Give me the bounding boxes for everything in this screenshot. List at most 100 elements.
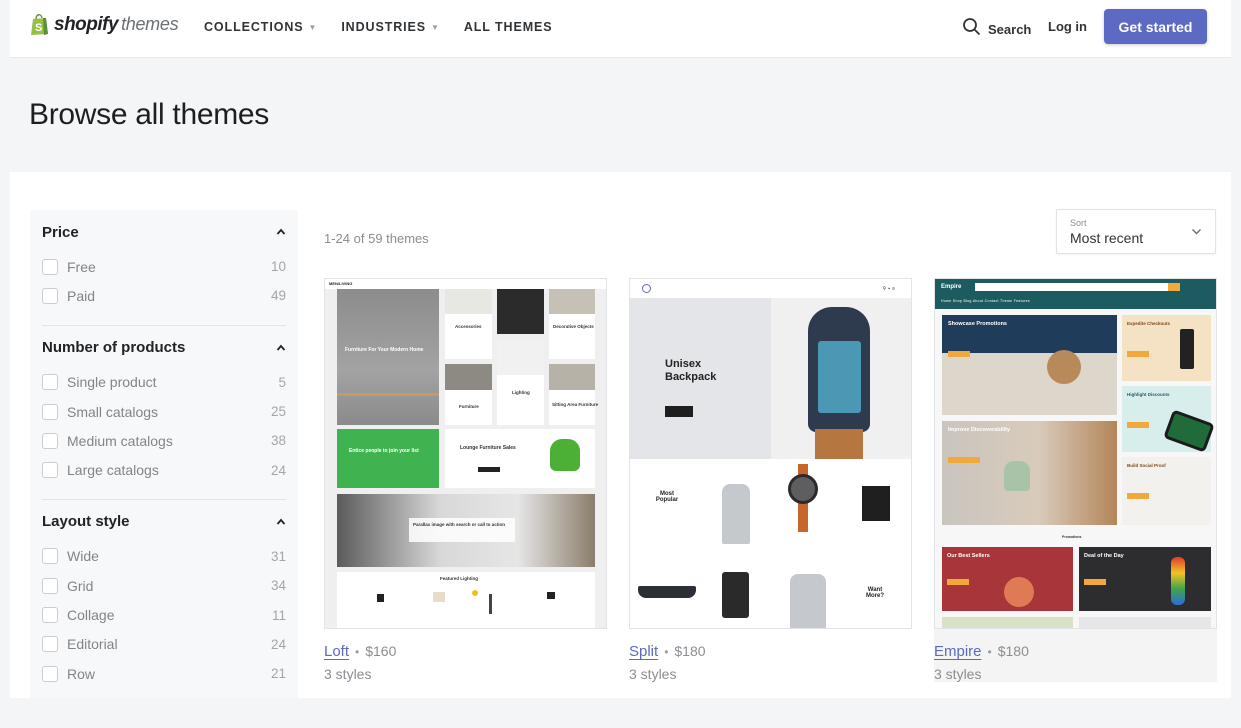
preview-hero-button: [665, 406, 693, 417]
checkbox[interactable]: [42, 636, 58, 653]
sunglasses-graphic: [638, 586, 696, 598]
filter-toggle-layout-style[interactable]: Layout style: [42, 512, 286, 532]
preview-navbar: ⚲▪≡: [630, 279, 911, 298]
filter-option-label: Row: [67, 665, 96, 682]
chair-graphic: [550, 439, 580, 471]
filter-option-row[interactable]: Row 21: [42, 659, 286, 688]
checkbox[interactable]: [42, 374, 58, 391]
checkbox[interactable]: [42, 403, 58, 420]
checkbox[interactable]: [42, 432, 58, 449]
filter-option-grid[interactable]: Grid 34: [42, 571, 286, 600]
preview-parallax-block: Parallax image with search or call to ac…: [337, 494, 595, 567]
preview-search-button: [1168, 283, 1180, 291]
nav-industries[interactable]: INDUSTRIES ▼: [341, 20, 440, 34]
filter-option-count: 38: [270, 433, 286, 449]
filter-option-label: Grid: [67, 577, 94, 594]
chevron-up-icon: [276, 344, 286, 351]
caret-down-icon: ▼: [308, 22, 318, 32]
filter-option-large-catalogs[interactable]: Large catalogs 24: [42, 455, 286, 484]
block-title: Deal of the Day: [1084, 553, 1124, 559]
separator-dot: •: [355, 645, 360, 659]
filter-option-single-product[interactable]: Single product 5: [42, 368, 286, 397]
search-icon: [962, 17, 981, 41]
checkbox[interactable]: [42, 258, 58, 275]
filter-sidebar: Price Free 10 Paid 49 Number of products: [30, 210, 298, 698]
filter-option-count: 11: [271, 607, 286, 623]
checkbox[interactable]: [42, 462, 58, 479]
theme-name-link[interactable]: Empire: [934, 643, 982, 660]
tile-label: Accessories: [455, 324, 482, 329]
legs-graphic: [815, 429, 863, 459]
nav-collections[interactable]: COLLECTIONS ▼: [204, 20, 317, 34]
filter-option-count: 25: [270, 404, 286, 420]
preview-tile: Sitting Area Furniture: [549, 364, 598, 425]
checkbox[interactable]: [42, 665, 58, 682]
filter-option-wide[interactable]: Wide 31: [42, 542, 286, 571]
filter-option-small-catalogs[interactable]: Small catalogs 25: [42, 397, 286, 426]
checkbox[interactable]: [42, 287, 58, 304]
preview-tile: Lighting: [497, 339, 544, 425]
filter-toggle-price[interactable]: Price: [42, 222, 286, 242]
filter-option-count: 31: [270, 548, 286, 564]
desk-graphic: [337, 393, 439, 396]
preview-tile: Accessories: [445, 289, 492, 359]
sale-text: Lounge Furniture Sales: [460, 445, 516, 451]
checkbox[interactable]: [42, 607, 58, 624]
filter-title: Layout style: [42, 513, 130, 531]
login-link[interactable]: Log in: [1048, 19, 1087, 34]
theme-styles-count: 3 styles: [629, 666, 677, 682]
filter-option-count: 24: [270, 636, 286, 652]
shopify-themes-logo[interactable]: S shopify themes: [30, 13, 179, 36]
separator-dot: •: [664, 645, 669, 659]
block-title: Expedite Checkouts: [1127, 321, 1171, 326]
main-nav: COLLECTIONS ▼ INDUSTRIES ▼ ALL THEMES: [204, 20, 576, 34]
separator-dot: •: [987, 645, 992, 659]
preview-block: Expedite Checkouts: [1122, 315, 1211, 381]
filter-option-free[interactable]: Free 10: [42, 252, 286, 281]
sort-select[interactable]: Sort Most recent: [1056, 209, 1216, 254]
filter-option-label: Medium catalogs: [67, 432, 173, 449]
filter-option-paid[interactable]: Paid 49: [42, 281, 286, 310]
nav-all-themes[interactable]: ALL THEMES: [464, 20, 553, 34]
preview-section-title: Promotions: [1062, 535, 1082, 539]
theme-meta: Split • $180 3 styles: [629, 643, 912, 682]
filter-option-collage[interactable]: Collage 11: [42, 600, 286, 629]
theme-styles-count: 3 styles: [324, 666, 372, 682]
backpack-graphic: [818, 341, 861, 413]
preview-section-title: Most Popular: [655, 491, 679, 503]
search-button[interactable]: Search: [962, 17, 1031, 41]
chevron-up-icon: [276, 228, 286, 235]
theme-card-loft: MEN/LIVING Furniture For Your Modern Hom…: [324, 278, 607, 682]
preview-logo: [642, 284, 651, 293]
block-title: Showcase Promotions: [948, 321, 1007, 327]
preview-navbar: Empire Home Shop Blog About Contact Them…: [935, 279, 1216, 309]
theme-meta: Empire • $180 3 styles: [934, 643, 1217, 682]
main-panel: Price Free 10 Paid 49 Number of products: [10, 172, 1231, 698]
logo-text-shopify: shopify: [54, 13, 119, 35]
preview-block: Improve Discoverability: [942, 421, 1117, 525]
filter-option-count: 49: [270, 288, 286, 304]
filter-option-medium-catalogs[interactable]: Medium catalogs 38: [42, 426, 286, 455]
watch-graphic: [788, 474, 818, 504]
theme-name-link[interactable]: Split: [629, 643, 658, 660]
checkbox[interactable]: [42, 548, 58, 565]
phone-case-graphic: [722, 572, 749, 618]
logo-text-themes: themes: [121, 14, 179, 34]
preview-block: [1079, 617, 1211, 628]
nav-collections-label: COLLECTIONS: [204, 20, 304, 34]
tile-label: Furniture: [459, 404, 479, 409]
theme-preview-split[interactable]: ⚲▪≡ Unisex Backpack Most Popular Want Mo…: [629, 278, 912, 629]
filter-option-label: Paid: [67, 287, 96, 304]
theme-name-link[interactable]: Loft: [324, 643, 349, 660]
filter-option-editorial[interactable]: Editorial 24: [42, 630, 286, 659]
filter-option-label: Small catalogs: [67, 403, 159, 420]
block-title: Our Best Sellers: [947, 553, 990, 559]
block-title: Improve Discoverability: [948, 427, 1011, 433]
nav-industries-label: INDUSTRIES: [341, 20, 427, 34]
theme-preview-empire[interactable]: Empire Home Shop Blog About Contact Them…: [934, 278, 1217, 629]
filter-toggle-number-of-products[interactable]: Number of products: [42, 338, 286, 358]
chevron-down-icon: [1192, 229, 1201, 235]
get-started-button[interactable]: Get started: [1104, 9, 1207, 44]
theme-preview-loft[interactable]: MEN/LIVING Furniture For Your Modern Hom…: [324, 278, 607, 629]
checkbox[interactable]: [42, 577, 58, 594]
